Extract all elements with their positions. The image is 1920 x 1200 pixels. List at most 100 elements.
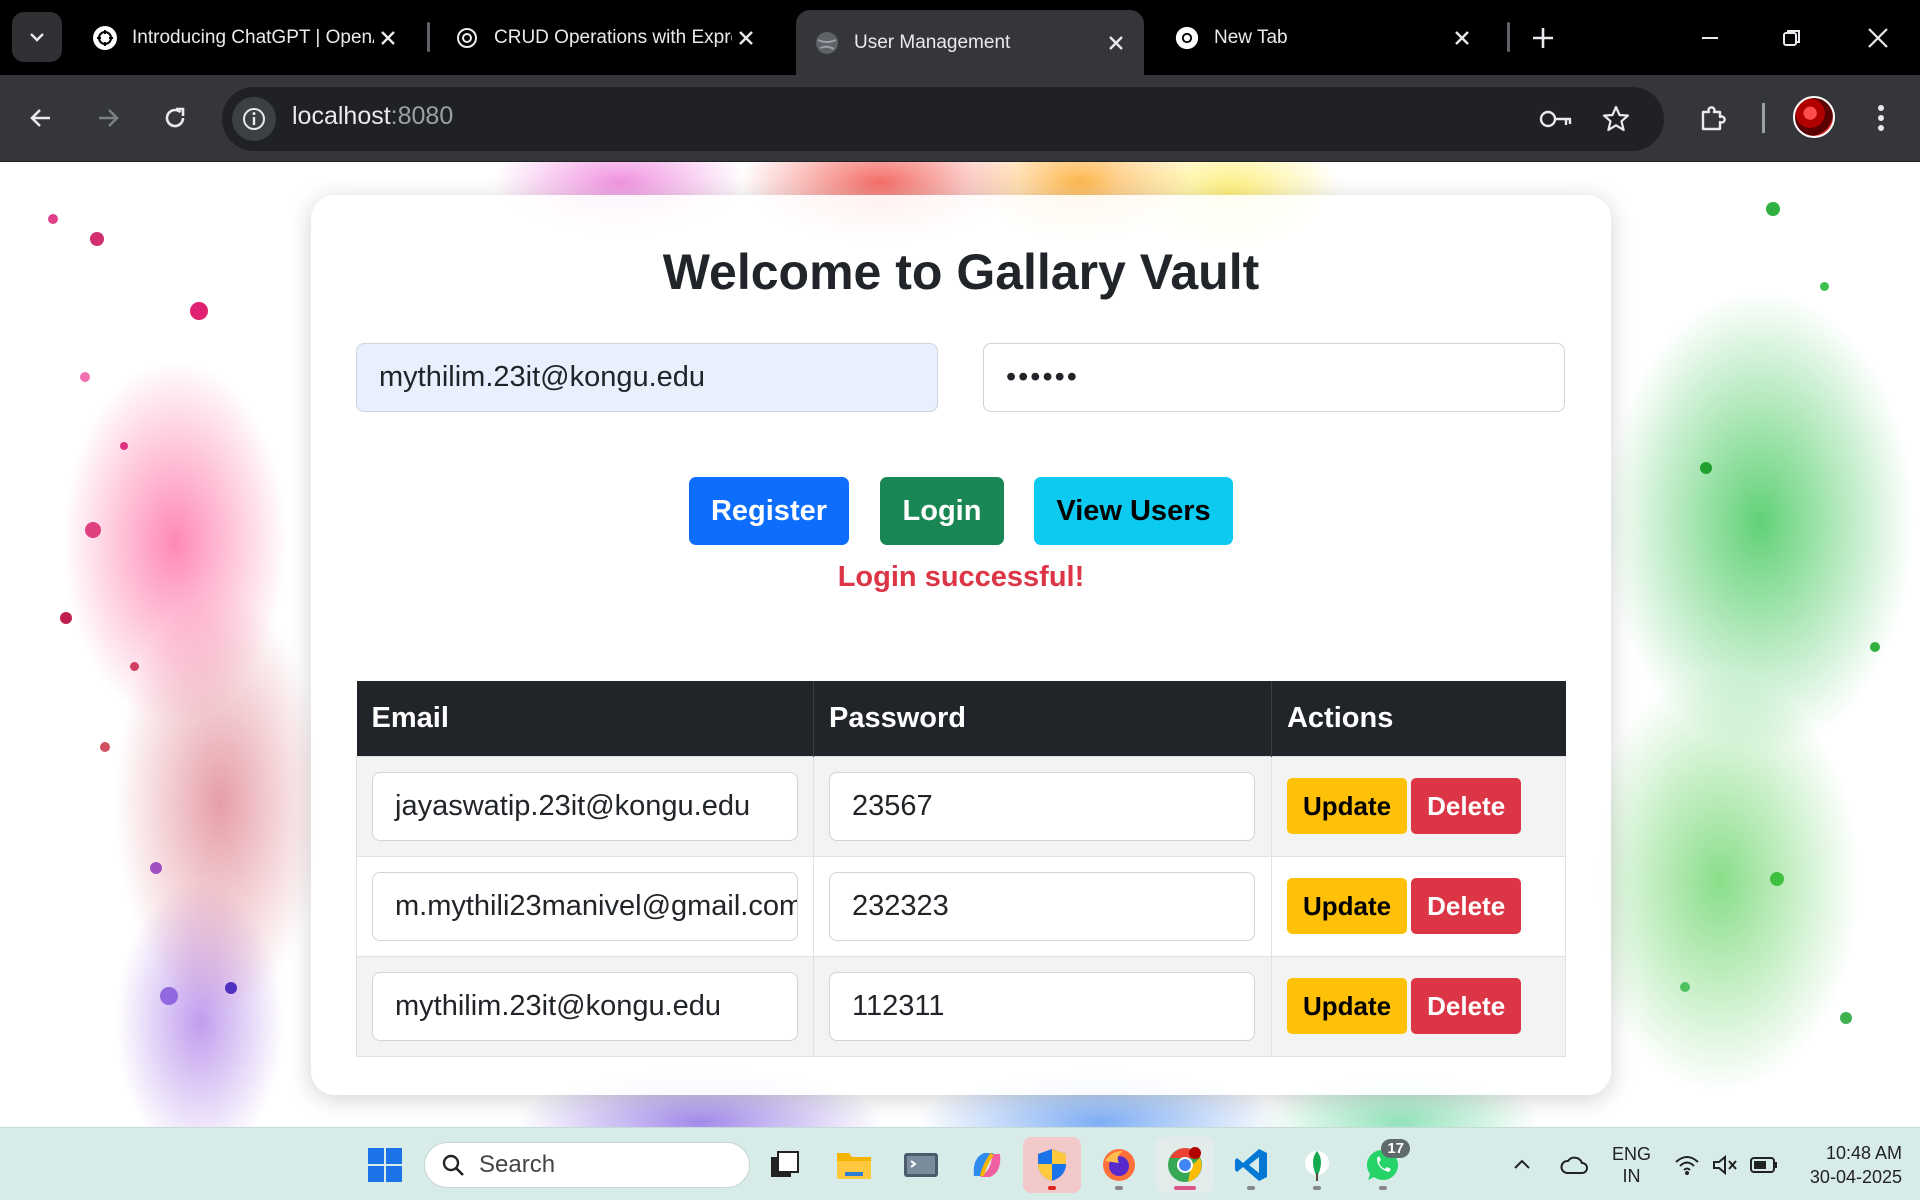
running-indicator: [1174, 1186, 1196, 1190]
email-cell: m.mythili23manivel@gmail.com: [356, 855, 814, 956]
extensions-button[interactable]: [1690, 95, 1736, 141]
close-icon[interactable]: [732, 24, 760, 52]
email-cell: jayaswatip.23it@kongu.edu: [356, 755, 814, 856]
tab-title: Introducing ChatGPT | OpenAI: [132, 26, 374, 48]
delete-button[interactable]: Delete: [1411, 978, 1522, 1034]
password-key-button[interactable]: [1538, 101, 1574, 137]
paint-splatter: [1820, 282, 1829, 291]
taskbar-copilot[interactable]: [958, 1137, 1016, 1193]
taskbar-whatsapp[interactable]: 17: [1354, 1137, 1412, 1193]
register-button[interactable]: Register: [689, 477, 849, 545]
delete-button[interactable]: Delete: [1411, 878, 1522, 934]
password-cell: 23567: [813, 755, 1272, 856]
tab-user-management[interactable]: User Management: [796, 10, 1144, 75]
toolbar-separator: [1762, 103, 1765, 133]
minimize-button[interactable]: [1690, 18, 1730, 58]
start-button[interactable]: [356, 1137, 414, 1193]
terminal-icon: [904, 1153, 938, 1177]
taskbar-security[interactable]: [1023, 1137, 1081, 1193]
task-view-icon: [771, 1151, 799, 1177]
copilot-icon: [973, 1152, 1001, 1177]
row-password-input[interactable]: 23567: [829, 771, 1255, 841]
update-button[interactable]: Update: [1286, 878, 1408, 934]
info-icon: [243, 108, 265, 130]
reload-button[interactable]: [152, 95, 198, 141]
close-icon: [1868, 28, 1888, 48]
tab-chatgpt[interactable]: Introducing ChatGPT | OpenAI: [74, 10, 416, 65]
paint-splatter: [120, 442, 128, 450]
browser-toolbar: localhost:8080: [0, 75, 1920, 162]
row-password-input[interactable]: 112311: [829, 971, 1255, 1041]
update-button[interactable]: Update: [1286, 978, 1408, 1034]
close-window-button[interactable]: [1858, 18, 1898, 58]
taskbar-chrome[interactable]: [1156, 1137, 1214, 1193]
forward-button[interactable]: [85, 95, 131, 141]
taskbar-file-explorer[interactable]: [825, 1137, 883, 1193]
quick-settings-button[interactable]: [1674, 1128, 1778, 1200]
taskbar-search[interactable]: Search: [424, 1142, 750, 1188]
clock[interactable]: 10:48 AM 30-04-2025: [1790, 1128, 1902, 1200]
speaker-muted-icon: [1713, 1154, 1737, 1175]
users-table: Email Password Actions jayaswatip.23it@k…: [356, 681, 1567, 1057]
paint-splatter: [1680, 982, 1690, 992]
taskbar-mongodb[interactable]: [1288, 1137, 1346, 1193]
tab-separator: [1507, 22, 1510, 52]
table-row: mythilim.23it@kongu.edu 112311 Update Del…: [356, 955, 1567, 1057]
address-bar[interactable]: localhost:8080: [222, 87, 1664, 151]
actions-cell: Update Delete: [1271, 955, 1567, 1057]
paint-splatter: [225, 982, 237, 994]
email-input[interactable]: mythilim.23it@kongu.edu: [356, 343, 938, 412]
paint-splatter: [80, 372, 90, 382]
close-icon[interactable]: [1448, 24, 1476, 52]
task-view-button[interactable]: [756, 1137, 814, 1193]
update-button[interactable]: Update: [1286, 778, 1408, 834]
close-icon[interactable]: [374, 24, 402, 52]
password-input[interactable]: ••••••: [983, 343, 1565, 412]
paint-splatter: [1766, 202, 1780, 216]
running-indicator: [1048, 1186, 1056, 1190]
view-users-button[interactable]: View Users: [1034, 477, 1233, 545]
url-text: localhost:8080: [292, 102, 453, 131]
openai-icon: [454, 25, 480, 51]
taskbar-vscode[interactable]: [1222, 1137, 1280, 1193]
taskbar-sql-app[interactable]: [892, 1137, 950, 1193]
clock-date: 30-04-2025: [1809, 1166, 1902, 1187]
more-vertical-icon: [1878, 105, 1884, 131]
back-button[interactable]: [18, 95, 64, 141]
paint-splatter: [90, 232, 104, 246]
url-port: :8080: [390, 102, 454, 130]
reload-icon: [165, 107, 185, 128]
main-card: Welcome to Gallary Vault mythilim.23it@k…: [311, 195, 1611, 1095]
menu-button[interactable]: [1858, 95, 1904, 141]
site-info-button[interactable]: [232, 97, 276, 141]
restore-icon: [1783, 30, 1800, 46]
restore-button[interactable]: [1772, 18, 1812, 58]
taskbar-firefox[interactable]: [1090, 1137, 1148, 1193]
paint-splatter: [60, 612, 72, 624]
tab-search-button[interactable]: [12, 12, 62, 62]
row-email-input[interactable]: m.mythili23manivel@gmail.com: [372, 871, 798, 941]
tab-new-tab[interactable]: New Tab: [1156, 10, 1490, 65]
taskbar: Search 17 ENG IN 10:48 AM 30-04-2025: [0, 1127, 1920, 1200]
paint-splatter: [130, 662, 139, 671]
chevron-down-icon: [30, 33, 44, 42]
show-hidden-icons-button[interactable]: [1512, 1128, 1532, 1200]
login-button[interactable]: Login: [880, 477, 1004, 545]
tab-crud-operations[interactable]: CRUD Operations with Express: [436, 10, 774, 65]
search-icon: [442, 1154, 464, 1176]
delete-button[interactable]: Delete: [1411, 778, 1522, 834]
bookmark-button[interactable]: [1598, 101, 1634, 137]
profile-avatar[interactable]: [1793, 96, 1835, 138]
close-icon[interactable]: [1102, 29, 1130, 57]
row-password-input[interactable]: 232323: [829, 871, 1255, 941]
paint-splatter: [48, 214, 58, 224]
firefox-icon: [1103, 1149, 1135, 1181]
key-icon: [1539, 110, 1572, 128]
row-email-input[interactable]: mythilim.23it@kongu.edu: [372, 971, 798, 1041]
onedrive-button[interactable]: [1560, 1128, 1588, 1200]
new-tab-button[interactable]: [1525, 20, 1561, 56]
notification-badge: 17: [1381, 1139, 1410, 1158]
language-indicator[interactable]: ENG IN: [1612, 1128, 1651, 1200]
row-email-input[interactable]: jayaswatip.23it@kongu.edu: [372, 771, 798, 841]
email-cell: mythilim.23it@kongu.edu: [356, 955, 814, 1057]
